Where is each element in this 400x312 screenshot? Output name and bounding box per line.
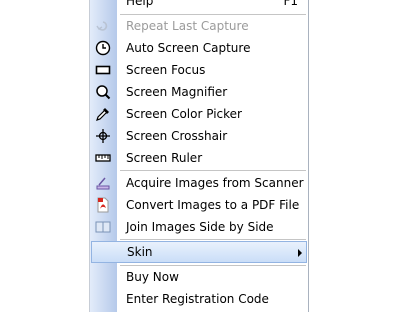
menu-item-skin[interactable]: Skin bbox=[91, 241, 307, 263]
menu-item-label: Screen Crosshair bbox=[126, 129, 228, 143]
menu-item-label: Acquire Images from Scanner bbox=[126, 176, 304, 190]
menu-item-label: Screen Ruler bbox=[126, 151, 203, 165]
menu-item-screen-crosshair[interactable]: Screen Crosshair bbox=[90, 125, 308, 147]
menu-item-label: Help bbox=[126, 0, 154, 8]
magnifier-icon bbox=[95, 84, 111, 100]
menu-separator bbox=[120, 170, 306, 171]
menu-separator bbox=[120, 239, 306, 240]
menu-item-label: Auto Screen Capture bbox=[126, 41, 251, 55]
menu-item-screen-color-picker[interactable]: Screen Color Picker bbox=[90, 103, 308, 125]
repeat-icon bbox=[95, 18, 111, 34]
menu-item-label: Buy Now bbox=[126, 270, 179, 284]
menu-item-auto-screen-capture[interactable]: Auto Screen Capture bbox=[90, 37, 308, 59]
pdf-icon bbox=[95, 197, 111, 213]
eyedropper-icon bbox=[95, 106, 111, 122]
context-menu: Help F1 Repeat Last Capture Auto Screen … bbox=[89, 0, 309, 312]
menu-item-join-images[interactable]: Join Images Side by Side bbox=[90, 216, 308, 238]
focus-rect-icon bbox=[95, 62, 111, 78]
menu-item-convert-pdf[interactable]: Convert Images to a PDF File bbox=[90, 194, 308, 216]
shortcut-label: F1 bbox=[283, 0, 298, 8]
menu-item-repeat-last-capture[interactable]: Repeat Last Capture bbox=[90, 15, 308, 37]
menu-item-label: Repeat Last Capture bbox=[126, 19, 249, 33]
menu-item-label: Skin bbox=[127, 245, 153, 259]
ruler-icon bbox=[95, 150, 111, 166]
menu-item-screen-magnifier[interactable]: Screen Magnifier bbox=[90, 81, 308, 103]
menu-item-screen-ruler[interactable]: Screen Ruler bbox=[90, 147, 308, 169]
menu-item-label: Screen Focus bbox=[126, 63, 206, 77]
menu-item-label: Enter Registration Code bbox=[126, 292, 269, 306]
menu-item-screen-focus[interactable]: Screen Focus bbox=[90, 59, 308, 81]
scanner-icon bbox=[95, 175, 111, 191]
menu-item-buy-now[interactable]: Buy Now bbox=[90, 266, 308, 288]
join-images-icon bbox=[95, 219, 111, 235]
submenu-arrow-icon bbox=[298, 249, 302, 257]
menu-item-help[interactable]: Help F1 bbox=[90, 0, 308, 12]
clock-icon bbox=[95, 40, 111, 56]
crosshair-icon bbox=[95, 128, 111, 144]
menu-item-acquire-images[interactable]: Acquire Images from Scanner bbox=[90, 172, 308, 194]
menu-item-enter-registration[interactable]: Enter Registration Code bbox=[90, 288, 308, 310]
menu-item-label: Join Images Side by Side bbox=[126, 220, 274, 234]
menu-item-label: Screen Magnifier bbox=[126, 85, 228, 99]
menu-item-label: Screen Color Picker bbox=[126, 107, 242, 121]
menu-item-label: Convert Images to a PDF File bbox=[126, 198, 300, 212]
